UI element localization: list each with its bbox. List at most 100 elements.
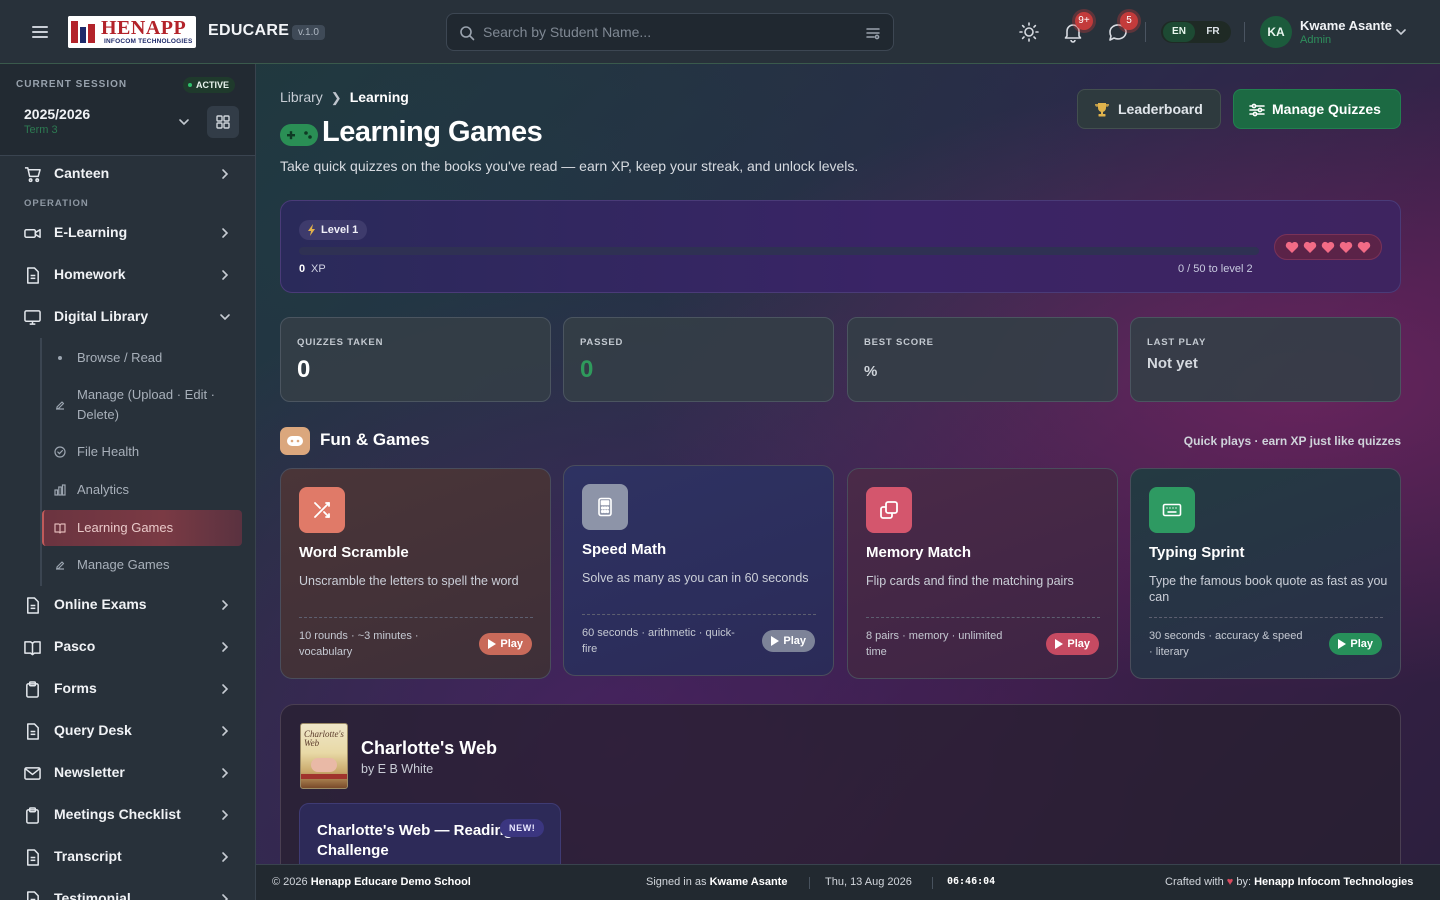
sidebar-item-canteen[interactable]: Canteen [0, 154, 255, 194]
chevron-down-icon[interactable] [177, 115, 191, 129]
footer-copyright: © 2026 Henapp Educare Demo School [272, 876, 471, 888]
company-link[interactable]: Henapp Infocom Technologies [1254, 876, 1413, 888]
sidebar-subitem-analytics[interactable]: Analytics [42, 480, 242, 500]
sidebar-item-query-desk[interactable]: Query Desk [0, 711, 255, 751]
company-logo[interactable]: HENAPP INFOCOM TECHNOLOGIES [68, 16, 196, 48]
game-card-typing-sprint[interactable]: Typing Sprint Type the famous book quote… [1130, 468, 1401, 679]
breadcrumb-parent-link[interactable]: Library [280, 89, 323, 105]
book-cover-image[interactable]: Charlotte's Web [300, 723, 348, 789]
stat-card-last-play: LAST PLAY Not yet [1130, 317, 1401, 402]
sidebar-item-testimonial[interactable]: Testimonial [0, 879, 255, 900]
play-icon [488, 639, 497, 649]
game-card-memory-match[interactable]: Memory Match Flip cards and find the mat… [847, 468, 1118, 679]
chevron-right-icon [218, 892, 232, 900]
document-icon [24, 723, 41, 740]
quiz-card-reading-challenge[interactable]: Charlotte's Web — Reading Challenge NEW! [299, 803, 561, 864]
game-description: Unscramble the letters to spell the word [299, 574, 519, 588]
breadcrumb-current: Learning [349, 89, 409, 105]
sidebar-item-online-exams[interactable]: Online Exams [0, 585, 255, 625]
game-description: Flip cards and find the matching pairs [866, 574, 1074, 588]
chevron-right-icon [218, 682, 232, 696]
sidebar-subitem-learning-games[interactable]: Learning Games [42, 510, 242, 546]
book-title: Charlotte's Web [361, 738, 497, 758]
sidebar-item-newsletter[interactable]: Newsletter [0, 753, 255, 793]
leaderboard-label: Leaderboard [1118, 101, 1203, 117]
theme-toggle-sun-icon[interactable] [1017, 20, 1041, 44]
game-controller-icon [280, 427, 310, 455]
session-year[interactable]: 2025/2026 [24, 106, 90, 122]
notifications-bell-icon[interactable]: 9+ [1061, 12, 1093, 44]
page-subtitle: Take quick quizzes on the books you've r… [280, 158, 859, 174]
notifications-count-badge: 9+ [1075, 12, 1093, 30]
sidebar-subitem-browse-read[interactable]: Browse / Read [42, 348, 242, 368]
document-icon [24, 267, 41, 284]
game-meta: 8 pairs · memory · unlimited time [866, 630, 1003, 658]
language-en-button[interactable]: EN [1163, 22, 1195, 42]
edit-icon [54, 559, 66, 571]
sidebar-item-label: Transcript [54, 848, 122, 864]
document-icon [24, 891, 41, 900]
book-quiz-card: Charlotte's Web Charlotte's Web by E B W… [280, 704, 1401, 864]
search-filter-icon[interactable] [865, 25, 881, 41]
play-icon [771, 636, 780, 646]
footer-divider [932, 877, 933, 889]
chevron-right-icon [218, 598, 232, 612]
game-title: Word Scramble [299, 544, 409, 561]
book-cover-band [301, 774, 347, 779]
mail-icon [24, 765, 41, 782]
play-button[interactable]: Play [1046, 633, 1099, 655]
play-label: Play [1067, 638, 1090, 650]
sidebar-item-meetings-checklist[interactable]: Meetings Checklist [0, 795, 255, 835]
language-fr-button[interactable]: FR [1197, 22, 1229, 42]
sidebar-subitem-manage-games[interactable]: Manage Games [42, 555, 242, 575]
play-button[interactable]: Play [1329, 633, 1382, 655]
level-badge-label: Level 1 [321, 224, 359, 236]
game-card-word-scramble[interactable]: Word Scramble Unscramble the letters to … [280, 468, 551, 679]
play-button[interactable]: Play [762, 630, 815, 652]
sidebar-item-label: Testimonial [54, 890, 131, 900]
sidebar-item-pasco[interactable]: Pasco [0, 627, 255, 667]
sidebar-item-label: Pasco [54, 638, 96, 654]
logo-emblem-icon [68, 16, 100, 48]
sidebar-item-forms[interactable]: Forms [0, 669, 255, 709]
stat-value: 0 [297, 356, 311, 383]
sidebar-item-digital-library[interactable]: Digital Library [0, 297, 255, 337]
footer-divider [809, 877, 810, 889]
sidebar-item-e-learning[interactable]: E-Learning [0, 213, 255, 253]
game-meta: 60 seconds · arithmetic · quick-fire [582, 627, 735, 655]
xp-unit: XP [311, 263, 326, 275]
edit-icon [54, 399, 66, 411]
sidebar-item-transcript[interactable]: Transcript [0, 837, 255, 877]
sidebar-section-label: OPERATION [24, 198, 89, 209]
messages-chat-icon[interactable]: 5 [1106, 12, 1138, 44]
sidebar-subitem-file-health[interactable]: File Health [42, 442, 242, 462]
heart-icon: ♥ [1226, 876, 1234, 888]
chevron-down-icon[interactable] [1394, 25, 1408, 39]
play-button[interactable]: Play [479, 633, 532, 655]
manage-quizzes-button[interactable]: Manage Quizzes [1233, 89, 1401, 129]
hamburger-menu-icon[interactable] [28, 20, 52, 44]
book-cover-pig-illustration [311, 758, 337, 772]
stat-value: % [864, 363, 878, 380]
sidebar-subitem-manage-library[interactable]: Manage (Upload · Edit · Delete) [42, 385, 242, 425]
shuffle-icon [299, 487, 345, 533]
game-description: Type the famous book quote as fast as yo… [1149, 574, 1388, 604]
sidebar-item-label: Homework [54, 266, 126, 282]
game-card-speed-math[interactable]: Speed Math Solve as many as you can in 6… [563, 465, 834, 676]
page-title: Learning Games [322, 116, 543, 148]
messages-count-badge: 5 [1120, 12, 1138, 30]
sidebar-item-label: Online Exams [54, 596, 147, 612]
sidebar-item-label: Meetings Checklist [54, 806, 181, 822]
chevron-right-icon [218, 226, 232, 240]
keyboard-icon [1149, 487, 1195, 533]
search-input[interactable] [483, 14, 863, 50]
stat-value: 0 [580, 356, 594, 383]
leaderboard-button[interactable]: Leaderboard [1077, 89, 1221, 129]
sidebar-item-homework[interactable]: Homework [0, 255, 255, 295]
game-description: Solve as many as you can in 60 seconds [582, 571, 809, 585]
avatar[interactable]: KA [1260, 16, 1292, 48]
chevron-down-icon [218, 310, 232, 324]
apps-grid-icon[interactable] [207, 106, 239, 138]
user-name[interactable]: Kwame Asante [1300, 18, 1392, 33]
game-meta: 10 rounds · ~3 minutes · vocabulary [299, 630, 419, 658]
